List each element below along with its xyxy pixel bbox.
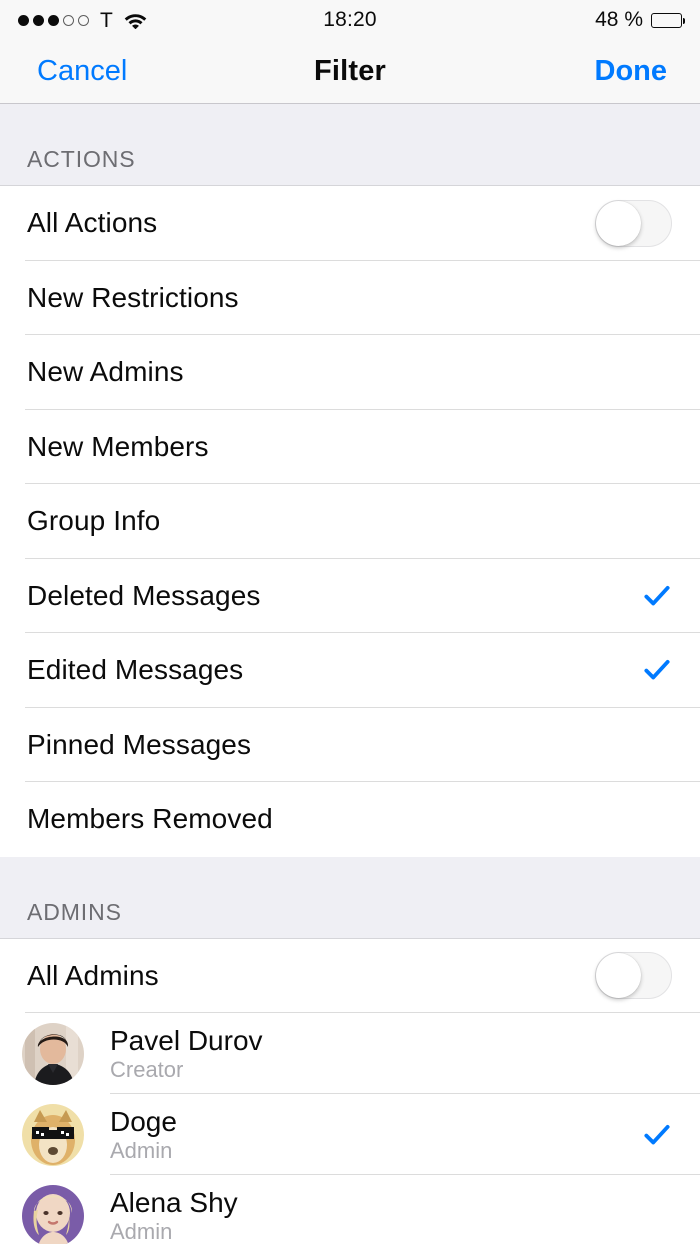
admin-text-block: Pavel Durov Creator <box>110 1026 672 1080</box>
list-item-label: Deleted Messages <box>27 580 642 612</box>
list-item-label: Members Removed <box>27 803 672 835</box>
list-item-members-removed[interactable]: Members Removed <box>0 782 700 857</box>
list-item-pinned-messages[interactable]: Pinned Messages <box>0 708 700 783</box>
section-header-actions: ACTIONS <box>0 104 700 186</box>
admin-role: Admin <box>110 1139 642 1162</box>
list-item-label: All Actions <box>27 207 595 239</box>
list-item-label: New Members <box>27 431 672 463</box>
list-item-label: Pinned Messages <box>27 729 672 761</box>
toggle-all-actions[interactable] <box>595 200 672 247</box>
signal-dots-icon <box>18 15 89 26</box>
list-item-admin-alena-shy[interactable]: Alena Shy Admin <box>0 1175 700 1244</box>
battery-percent-label: 48 % <box>595 8 643 32</box>
list-item-all-actions[interactable]: All Actions <box>0 186 700 261</box>
checkmark-icon <box>642 1120 672 1150</box>
carrier-label: T <box>100 10 113 31</box>
list-item-all-admins[interactable]: All Admins <box>0 939 700 1014</box>
list-item-edited-messages[interactable]: Edited Messages <box>0 633 700 708</box>
section-header-label: ACTIONS <box>27 146 136 173</box>
battery-icon <box>651 13 682 28</box>
list-item-label: New Restrictions <box>27 282 672 314</box>
wifi-icon <box>123 11 148 29</box>
list-item-label: All Admins <box>27 960 595 992</box>
list-item-new-restrictions[interactable]: New Restrictions <box>0 261 700 336</box>
settings-list: ACTIONS All Actions New Restrictions New Ad… <box>0 104 700 1244</box>
admin-role: Admin <box>110 1220 672 1243</box>
list-item-deleted-messages[interactable]: Deleted Messages <box>0 559 700 634</box>
switch-knob <box>596 201 641 246</box>
filter-screen: T 18:20 48 % Cancel Filter Done ACTIONSA… <box>0 0 700 1244</box>
list-item-group-info[interactable]: Group Info <box>0 484 700 559</box>
list-item-label: Group Info <box>27 505 672 537</box>
status-bar-right: 48 % <box>350 8 682 32</box>
avatar-pavel-durov <box>22 1023 84 1085</box>
avatar-doge <box>22 1104 84 1166</box>
list-item-new-members[interactable]: New Members <box>0 410 700 485</box>
avatar-alena-shy <box>22 1185 84 1244</box>
section-rows: All Actions New Restrictions New Admins New… <box>0 186 700 857</box>
list-item-label: Edited Messages <box>27 654 642 686</box>
admin-name: Alena Shy <box>110 1188 672 1217</box>
section-rows: All AdminsPavel DurovCreatorDogeAdminAle… <box>0 939 700 1244</box>
admin-text-block: Alena Shy Admin <box>110 1188 672 1242</box>
status-bar-left: T <box>18 10 350 31</box>
list-item-new-admins[interactable]: New Admins <box>0 335 700 410</box>
admin-text-block: Doge Admin <box>110 1107 642 1161</box>
list-item-admin-pavel-durov[interactable]: Pavel Durov Creator <box>0 1013 700 1094</box>
section-header-label: ADMINS <box>27 899 122 926</box>
section-header-admins: ADMINS <box>0 857 700 939</box>
navigation-bar: Cancel Filter Done <box>0 40 700 104</box>
switch-knob <box>596 953 641 998</box>
admin-role: Creator <box>110 1058 672 1081</box>
checkmark-icon <box>642 581 672 611</box>
admin-name: Pavel Durov <box>110 1026 672 1055</box>
list-item-label: New Admins <box>27 356 672 388</box>
done-button[interactable]: Done <box>595 57 668 86</box>
checkmark-icon <box>642 655 672 685</box>
toggle-all-admins[interactable] <box>595 952 672 999</box>
status-bar: T 18:20 48 % <box>0 0 700 40</box>
admin-name: Doge <box>110 1107 642 1136</box>
list-item-admin-doge[interactable]: Doge Admin <box>0 1094 700 1175</box>
